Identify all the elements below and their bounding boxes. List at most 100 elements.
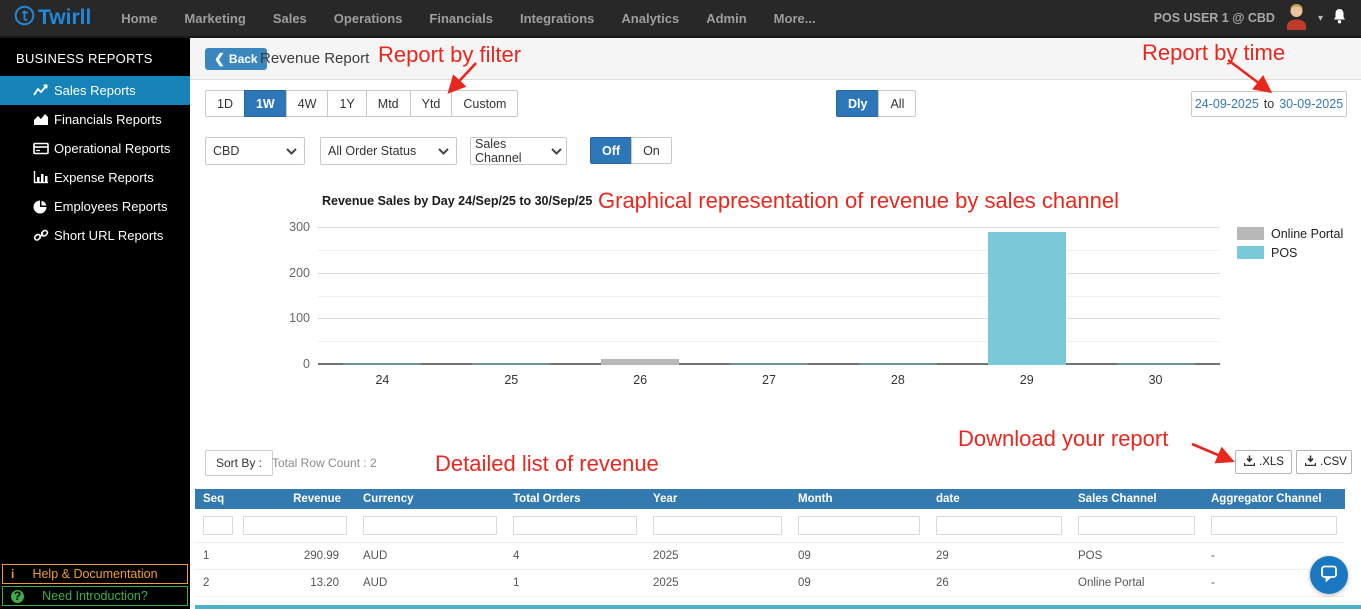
logo-icon — [14, 5, 35, 32]
sort-by-button[interactable]: Sort By : — [205, 450, 274, 476]
top-navbar: Twirll Home Marketing Sales Operations Finan… — [0, 0, 1361, 38]
x-tick-label: 28 — [890, 373, 905, 387]
toggle-button-off[interactable]: Off — [590, 137, 633, 164]
filter-input-currency[interactable] — [363, 516, 497, 535]
row-count-label: Total Row Count : 2 — [272, 456, 377, 470]
range-button-4w[interactable]: 4W — [285, 90, 329, 117]
cell-revenue: 13.20 — [235, 569, 355, 597]
col-header-aggregator-channel[interactable]: Aggregator Channel — [1203, 489, 1345, 509]
col-header-sales-channel[interactable]: Sales Channel — [1070, 489, 1203, 509]
granularity-button-dly[interactable]: Dly — [836, 90, 880, 117]
back-button[interactable]: ❮ Back — [205, 48, 267, 70]
csv-label: .CSV — [1320, 456, 1347, 468]
filter-cell — [645, 509, 790, 543]
sidebar-item-short-url-reports[interactable]: Short URL Reports — [0, 221, 190, 250]
avatar[interactable] — [1284, 2, 1309, 35]
cell-month: 09 — [790, 569, 928, 597]
chevron-down-icon — [438, 144, 449, 158]
date-range-separator: to — [1263, 97, 1275, 111]
filter-input-sales-channel[interactable] — [1078, 516, 1195, 535]
gridline — [318, 295, 1220, 297]
bar-pos-29[interactable] — [987, 232, 1066, 365]
cell-total-orders: 1 — [505, 569, 645, 597]
bottom-strip — [195, 605, 1361, 609]
nav-item-home[interactable]: Home — [121, 11, 157, 26]
user-label[interactable]: POS USER 1 @ CBD — [1154, 11, 1275, 25]
filter-input-aggregator-channel[interactable] — [1211, 516, 1337, 535]
range-button-1w[interactable]: 1W — [243, 90, 287, 117]
filter-input-revenue[interactable] — [243, 516, 347, 535]
gridline — [318, 318, 1220, 320]
sidebar-item-label: Expense Reports — [54, 170, 154, 185]
bell-icon[interactable] — [1332, 8, 1347, 29]
x-tick-label: 26 — [633, 373, 648, 387]
chart-legend: Online Portal POS — [1237, 224, 1343, 262]
date-to-input[interactable]: 30-09-2025 — [1279, 97, 1343, 111]
download-csv-button[interactable]: .CSV — [1296, 450, 1352, 474]
sales-channel-select[interactable]: Sales Channel — [470, 137, 567, 165]
filter-cell — [195, 509, 235, 543]
col-header-currency[interactable]: Currency — [355, 489, 505, 509]
bar-zero-25 — [472, 363, 551, 365]
sales-channel-select-value: Sales Channel — [475, 137, 522, 165]
granularity-button-all[interactable]: All — [878, 90, 917, 117]
bar-online-portal-26[interactable] — [601, 358, 680, 365]
col-header-seq[interactable]: Seq — [195, 489, 235, 509]
sidebar-item-expense-reports[interactable]: Expense Reports — [0, 163, 190, 192]
nav-item-more[interactable]: More... — [774, 11, 816, 26]
x-tick-label: 25 — [504, 373, 519, 387]
range-button-mtd[interactable]: Mtd — [365, 90, 411, 117]
filter-cell — [1070, 509, 1203, 543]
filter-input-date[interactable] — [936, 516, 1062, 535]
chat-widget-button[interactable] — [1310, 556, 1348, 594]
back-label: Back — [228, 52, 258, 66]
need-introduction-link[interactable]: ? Need Introduction? — [2, 586, 188, 606]
pie-chart-icon — [33, 200, 51, 214]
nav-item-sales[interactable]: Sales — [273, 11, 307, 26]
nav-item-financials[interactable]: Financials — [429, 11, 493, 26]
chevron-down-icon[interactable]: ▾ — [1318, 13, 1323, 24]
filter-input-year[interactable] — [653, 516, 782, 535]
cell-currency: AUD — [355, 569, 505, 597]
bar-zero-30 — [1116, 363, 1195, 365]
filter-input-month[interactable] — [798, 516, 920, 535]
filter-input-total-orders[interactable] — [513, 516, 637, 535]
cell-revenue: 290.99 — [235, 542, 355, 570]
app-logo[interactable]: Twirll — [14, 5, 91, 32]
filter-cell — [1203, 509, 1345, 543]
nav-item-operations[interactable]: Operations — [334, 11, 403, 26]
help-documentation-link[interactable]: i Help & Documentation — [2, 564, 188, 584]
nav-item-admin[interactable]: Admin — [706, 11, 746, 26]
download-xls-button[interactable]: .XLS — [1235, 450, 1292, 474]
col-header-date[interactable]: date — [928, 489, 1070, 509]
filter-input-seq[interactable] — [203, 516, 233, 535]
col-header-month[interactable]: Month — [790, 489, 928, 509]
location-select[interactable]: CBD — [205, 137, 305, 165]
sidebar-item-financials-reports[interactable]: Financials Reports — [0, 105, 190, 134]
nav-item-marketing[interactable]: Marketing — [184, 11, 245, 26]
date-from-input[interactable]: 24-09-2025 — [1195, 97, 1259, 111]
chat-icon — [1319, 563, 1339, 588]
cell-year: 2025 — [645, 542, 790, 570]
link-icon — [33, 229, 51, 242]
legend-label: Online Portal — [1271, 226, 1344, 241]
order-status-select[interactable]: All Order Status — [320, 137, 457, 165]
range-button-1d[interactable]: 1D — [205, 90, 245, 117]
toggle-button-on[interactable]: On — [631, 137, 672, 164]
annotation-arrow-time — [1227, 58, 1273, 94]
nav-item-integrations[interactable]: Integrations — [520, 11, 594, 26]
annotation-chart: Graphical representation of revenue by s… — [598, 188, 1119, 213]
sidebar-item-operational-reports[interactable]: Operational Reports — [0, 134, 190, 163]
col-header-revenue[interactable]: Revenue — [235, 489, 355, 509]
y-tick-label: 0 — [303, 357, 310, 371]
col-header-year[interactable]: Year — [645, 489, 790, 509]
range-button-1y[interactable]: 1Y — [327, 90, 367, 117]
nav-item-analytics[interactable]: Analytics — [621, 11, 679, 26]
col-header-total-orders[interactable]: Total Orders — [505, 489, 645, 509]
granularity-button-group: Dly All — [836, 90, 917, 117]
cell-sales-channel: Online Portal — [1070, 569, 1203, 597]
revenue-chart: 0 100 200 300 24 25 26 27 28 29 30 — [289, 220, 1220, 387]
sidebar-item-employees-reports[interactable]: Employees Reports — [0, 192, 190, 221]
chevron-down-icon — [551, 144, 562, 158]
sidebar-item-sales-reports[interactable]: Sales Reports — [0, 76, 190, 105]
